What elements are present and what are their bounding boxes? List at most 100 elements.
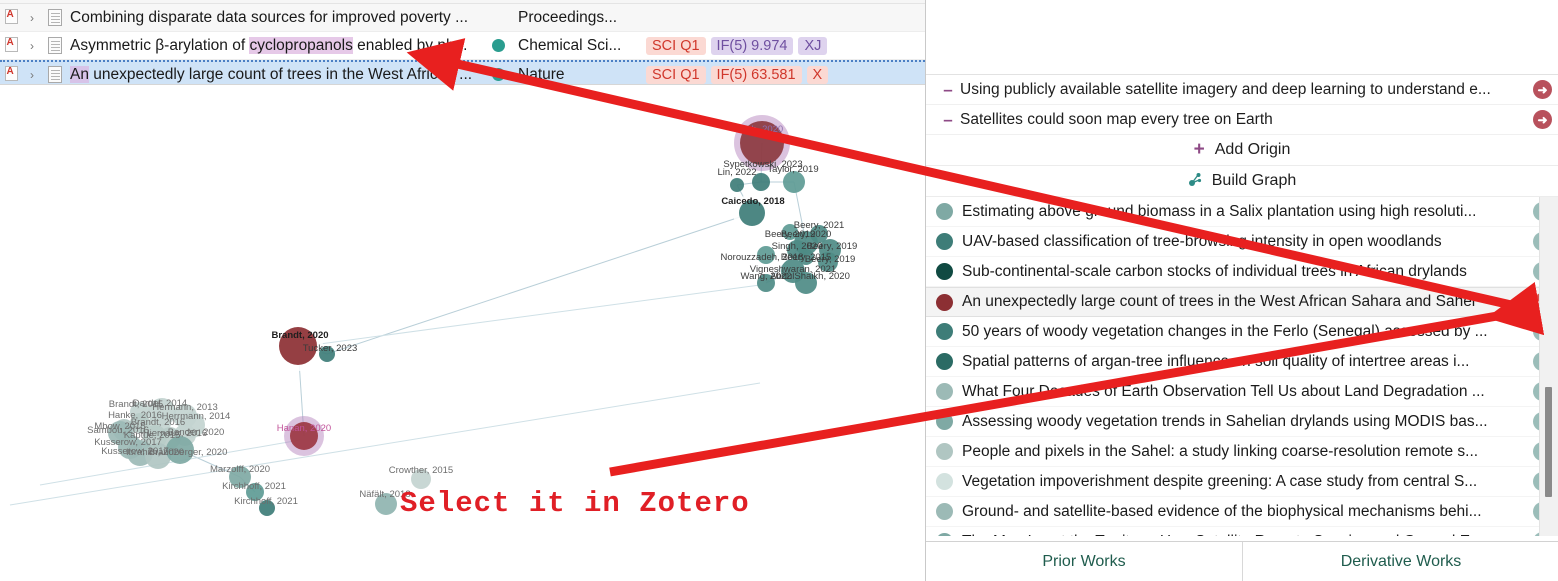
pdf-icon[interactable] [0,65,22,84]
badge: XJ [798,36,828,55]
zotero-item-list[interactable]: › Combining disparate data sources for im… [0,0,925,85]
list-item[interactable]: The Map Is not the Territory: How Satell… [926,527,1558,536]
tab-label: Derivative Works [1340,552,1462,570]
list-item[interactable]: Spatial patterns of argan-tree influence… [926,347,1558,377]
badge: SCI Q1 [646,65,706,84]
graph-node-label: Tucker, 2023 [302,343,358,354]
result-title: Ground- and satellite-based evidence of … [962,502,1482,520]
table-row[interactable]: › An unexpectedly large count of trees in… [0,60,925,84]
relevance-dot [936,443,953,460]
plus-icon: + [1193,139,1205,160]
result-title: Vegetation impoverishment despite greeni… [962,472,1478,490]
result-title: An unexpectedly large count of trees in … [962,293,1476,310]
graph-node[interactable] [730,178,744,192]
relevance-dot [936,323,953,340]
color-tag-dot [478,39,518,52]
list-item[interactable]: Vegetation impoverishment despite greeni… [926,467,1558,497]
origin-title: Using publicly available satellite image… [960,80,1491,98]
panel-tabs[interactable]: Prior Works Derivative Works [926,541,1558,581]
item-publication: Proceedings... [518,8,618,26]
tab-prior-works[interactable]: Prior Works [926,542,1243,581]
result-title: Spatial patterns of argan-tree influence… [962,352,1470,370]
graph-nodes-icon [1188,172,1202,191]
result-title: People and pixels in the Sahel: a study … [962,442,1479,460]
discovery-panel[interactable]: – Using publicly available satellite imag… [925,0,1558,581]
pdf-icon[interactable] [0,36,22,55]
chevron-right-icon[interactable]: › [22,11,42,25]
graph-node-label: Marzolff, 2020 [209,464,271,475]
graph-node-label: Brandberger, 2020 [148,447,228,458]
list-item[interactable]: People and pixels in the Sahel: a study … [926,437,1558,467]
graph-node-label: Beery, 2019 [806,241,858,252]
action-label: Add Origin [1214,141,1291,158]
result-title: The Map Is not the Territory: How Satell… [962,533,1527,537]
results-list[interactable]: Estimating above ground biomass in a Sal… [926,197,1558,536]
graph-node-label: Hanan, 2020 [276,423,332,434]
item-publication: Chemical Sci... [518,36,622,54]
scrollbar-thumb[interactable] [1545,387,1552,497]
document-icon [42,9,68,26]
graph-node-label: Kirchhoff, 2021 [222,481,286,492]
relevance-dot [936,473,953,490]
relevance-dot [936,503,953,520]
relevance-dot [936,263,953,280]
action-label: Build Graph [1211,172,1297,189]
relevance-dot [936,233,953,250]
chevron-right-icon[interactable]: › [22,39,42,53]
graph-node-label: Lin, 2022 [717,167,757,178]
graph-node-label: Taylor, 2019 [767,164,819,175]
minus-icon[interactable]: – [936,80,960,100]
result-title: Sub-continental-scale carbon stocks of i… [962,262,1467,280]
origin-item[interactable]: – Using publicly available satellite imag… [926,75,1558,105]
list-item[interactable]: 50 years of woody vegetation changes in … [926,317,1558,347]
color-tag-dot [478,68,518,81]
list-item[interactable]: Sub-continental-scale carbon stocks of i… [926,257,1558,287]
list-item[interactable]: What Four Decades of Earth Observation T… [926,377,1558,407]
tab-derivative-works[interactable]: Derivative Works [1243,542,1558,581]
relevance-dot [936,383,953,400]
list-item[interactable]: UAV-based classification of tree-browsin… [926,227,1558,257]
origin-title: Satellites could soon map every tree on … [960,110,1273,128]
graph-node-label: Crowther, 2015 [388,465,454,476]
graph-node-label: Caicedo, 2018 [721,196,785,207]
arrow-right-circle-icon[interactable]: ➜ [1533,110,1552,129]
list-item[interactable]: Estimating above ground biomass in a Sal… [926,197,1558,227]
badge: IF(5) 9.974 [710,36,794,55]
scrollbar-track[interactable] [1539,197,1558,536]
list-item[interactable]: Ground- and satellite-based evidence of … [926,497,1558,527]
list-item[interactable]: Assessing woody vegetation trends in Sah… [926,407,1558,437]
badge: X [806,65,829,84]
item-publication: Nature [518,65,565,83]
citation-graph-canvas[interactable]: Yob, 2020 Sypetkowski, 2023 Lin, 2022 Taylo… [0,85,925,581]
result-title: Assessing woody vegetation trends in Sah… [962,412,1488,430]
list-item[interactable]: An unexpectedly large count of trees in … [926,287,1558,317]
item-badges: SCI Q1 IF(5) 63.581 X [646,65,829,84]
graph-node-label: Beery, 2019 [764,229,816,240]
build-graph-button[interactable]: Build Graph [926,166,1558,197]
result-title: 50 years of woody vegetation changes in … [962,322,1488,340]
badge: IF(5) 63.581 [710,65,802,84]
result-title: UAV-based classification of tree-browsin… [962,232,1442,250]
arrow-right-circle-icon[interactable]: ➜ [1533,80,1552,99]
add-origin-button[interactable]: + Add Origin [926,135,1558,166]
item-title: Combining disparate data sources for imp… [70,8,469,26]
minus-icon[interactable]: – [936,110,960,130]
origin-item[interactable]: – Satellites could soon map every tree on… [926,105,1558,135]
result-title: What Four Decades of Earth Observation T… [962,382,1485,400]
relevance-dot [936,293,953,311]
relevance-dot [936,533,953,536]
relevance-dot [936,203,953,220]
graph-node-label: Yob, 2020 [740,124,784,135]
table-row[interactable]: › Combining disparate data sources for im… [0,4,925,32]
annotation-select-in-zotero: Select it in Zotero [400,487,750,520]
relevance-dot [936,413,953,430]
graph-node-label: Kirchhoff, 2021 [234,496,298,507]
badge: SCI Q1 [646,36,706,55]
tab-label: Prior Works [1042,552,1126,570]
table-row[interactable]: › Asymmetric β-arylation of cyclopropanol… [0,32,925,60]
panel-header-spacer [926,0,1558,75]
chevron-right-icon[interactable]: › [22,68,42,82]
document-icon [42,37,68,54]
pdf-icon[interactable] [0,8,22,27]
graph-node-label: Norouzzadeh, 2018 [720,252,804,263]
